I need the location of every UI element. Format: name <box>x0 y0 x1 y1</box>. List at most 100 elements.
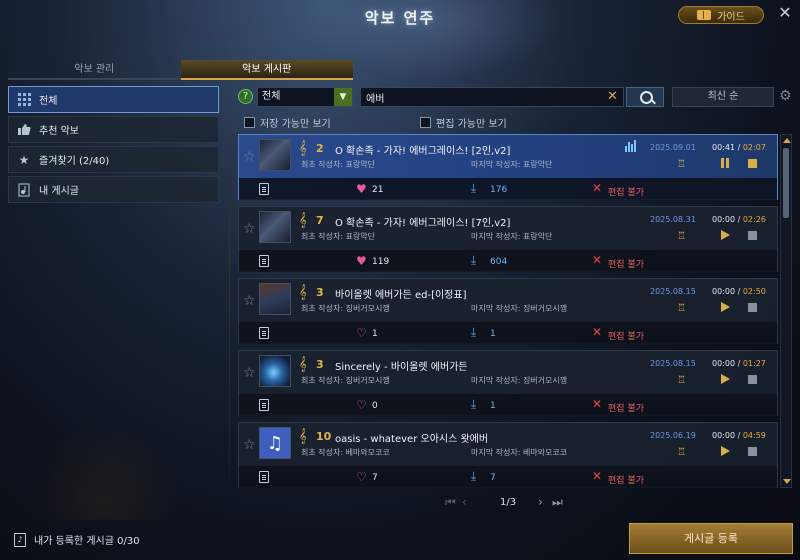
stop-icon[interactable] <box>748 447 757 456</box>
category-select[interactable]: 전체 ▼ <box>257 87 353 107</box>
stop-icon[interactable] <box>748 375 757 384</box>
scrollbar-thumb[interactable] <box>783 148 789 218</box>
details-icon[interactable] <box>259 183 269 195</box>
download-count: 7 <box>490 473 496 483</box>
edit-status: 편집 불가 <box>608 188 644 198</box>
download-count: 1 <box>490 401 496 411</box>
favorite-star-icon[interactable]: ☆ <box>243 293 256 309</box>
download-icon[interactable]: ⤓ <box>471 397 476 412</box>
play-icon[interactable] <box>721 230 730 240</box>
metronome-icon: ♖ <box>677 159 686 170</box>
no-edit-icon: ✕ <box>592 181 603 195</box>
search-button[interactable] <box>626 87 664 107</box>
post-title: Sincerely - 바이올렛 에버가든 <box>335 362 468 373</box>
stop-icon[interactable] <box>748 303 757 312</box>
next-page-icon[interactable]: › <box>538 495 543 509</box>
like-count: 21 <box>372 185 384 195</box>
post-stats-bar <box>239 250 777 272</box>
download-icon[interactable]: ⤓ <box>471 469 476 484</box>
post-date: 2025.06.19 <box>650 431 696 440</box>
play-icon[interactable] <box>721 374 730 384</box>
chevron-down-icon: ▼ <box>334 88 352 106</box>
details-icon[interactable] <box>259 399 269 411</box>
treble-clef-icon: 𝄞 <box>299 285 307 300</box>
download-icon[interactable]: ⤓ <box>471 253 476 268</box>
filter-bar: ? 전체 ▼ ✕ 최신 순 ⚙ <box>238 87 792 107</box>
post-title: O 확손족 - 가자! 에버그레이스! [2인,v2] <box>335 146 511 157</box>
like-heart-icon[interactable]: ♡ <box>356 398 367 412</box>
like-heart-icon[interactable]: ♡ <box>356 470 367 484</box>
like-heart-icon[interactable]: ♥ <box>356 254 367 268</box>
post-card[interactable]: ☆ 𝄞 7 O 확손족 - 가자! 에버그레이스! [7인,v2] 최초 작성자: 표랑… <box>238 206 778 272</box>
elapsed-time: 00:41 <box>712 143 736 152</box>
edit-status: 편집 불가 <box>608 260 644 270</box>
last-page-icon[interactable]: ⏭ <box>552 495 563 510</box>
stop-icon[interactable] <box>748 231 757 240</box>
guide-button[interactable]: 가이드 <box>678 6 764 24</box>
post-last-editor: 마지막 작성자: 징버거모시깽 <box>471 376 568 385</box>
sidebar-item-all[interactable]: 전체 <box>8 86 219 113</box>
tab-sheet-management[interactable]: 악보 관리 <box>8 60 181 80</box>
background-piano-art <box>30 420 180 520</box>
sidebar-item-favorites[interactable]: ★ 즐겨찾기 (2/40) <box>8 146 219 173</box>
clear-search-icon[interactable]: ✕ <box>607 88 618 105</box>
scrollbar[interactable] <box>780 134 792 488</box>
help-icon[interactable]: ? <box>238 89 253 104</box>
play-icon[interactable] <box>721 302 730 312</box>
thumbs-up-icon <box>17 123 31 137</box>
save-only-checkbox[interactable]: 저장 가능만 보기 <box>244 115 331 130</box>
register-post-button[interactable]: 게시글 등록 <box>629 523 793 554</box>
post-creator: 최초 작성자: 징버거모시깽 <box>301 304 390 313</box>
details-icon[interactable] <box>259 471 269 483</box>
my-posts-label: 내가 등록한 게시글 0/30 <box>34 536 140 547</box>
edit-only-checkbox[interactable]: 편집 가능만 보기 <box>420 115 507 130</box>
edit-status: 편집 불가 <box>608 404 644 414</box>
post-title: O 확손족 - 가자! 에버그레이스! [7인,v2] <box>335 218 511 229</box>
post-card[interactable]: ☆ 𝄞 3 바이올렛 에버가든 ed-[이정표] 최초 작성자: 징버거모시깽 마지막 작… <box>238 278 778 344</box>
search-input[interactable] <box>360 87 624 107</box>
play-time: 00:00 / 02:26 <box>712 215 766 224</box>
elapsed-time: 00:00 <box>712 359 736 368</box>
stop-icon[interactable] <box>748 159 757 168</box>
scroll-down-icon[interactable] <box>783 479 791 484</box>
tab-sheet-board[interactable]: 악보 게시판 <box>180 60 353 80</box>
sidebar-item-my-posts[interactable]: 내 게시글 <box>8 176 219 203</box>
post-card[interactable]: ☆ 𝄞 3 Sincerely - 바이올렛 에버가든 최초 작성자: 징버거모시깽 마지… <box>238 350 778 416</box>
download-count: 176 <box>490 185 508 195</box>
sidebar-item-label: 전체 <box>39 96 58 107</box>
first-page-icon[interactable]: ⏮ <box>445 495 456 510</box>
post-thumbnail <box>259 139 291 171</box>
favorite-star-icon[interactable]: ☆ <box>243 365 256 381</box>
favorite-star-icon[interactable]: ☆ <box>243 221 256 237</box>
sidebar-item-recommended[interactable]: 추천 악보 <box>8 116 219 143</box>
like-count: 119 <box>372 257 390 267</box>
prev-page-icon[interactable]: ‹ <box>462 495 467 509</box>
document-icon: ♪ <box>14 532 26 547</box>
download-icon[interactable]: ⤓ <box>471 181 476 196</box>
post-card[interactable]: ☆ ♫ 𝄞 10 oasis - whatever 오아시스 왓에버 최초 작성자: 베마… <box>238 422 778 488</box>
post-last-editor: 마지막 작성자: 표랑악단 <box>471 232 553 241</box>
gear-icon[interactable]: ⚙ <box>779 89 794 104</box>
play-time: 00:41 / 02:07 <box>712 143 766 152</box>
like-heart-icon[interactable]: ♡ <box>356 326 367 340</box>
treble-clef-icon: 𝄞 <box>299 357 307 372</box>
sheet-music-window: 악보 연주 가이드 ✕ 악보 관리 악보 게시판 전체 추천 악보 ★ 즐겨찾기… <box>0 0 800 560</box>
grid-icon <box>17 93 31 107</box>
sort-button[interactable]: 최신 순 <box>672 87 774 107</box>
favorite-star-icon[interactable]: ☆ <box>243 149 256 165</box>
details-icon[interactable] <box>259 327 269 339</box>
scroll-up-icon[interactable] <box>783 138 791 143</box>
pause-icon[interactable] <box>720 158 730 168</box>
like-heart-icon[interactable]: ♥ <box>356 182 367 196</box>
details-icon[interactable] <box>259 255 269 267</box>
close-button[interactable]: ✕ <box>776 4 794 22</box>
play-icon[interactable] <box>721 446 730 456</box>
favorite-star-icon[interactable]: ☆ <box>243 437 256 453</box>
post-card[interactable]: ☆ 𝄞 2 O 확손족 - 가자! 에버그레이스! [2인,v2] 최초 작성자: 표랑… <box>238 134 778 200</box>
book-icon <box>697 10 712 20</box>
post-stats-bar <box>239 178 777 200</box>
download-icon[interactable]: ⤓ <box>471 325 476 340</box>
edit-status: 편집 불가 <box>608 476 644 486</box>
post-level: 3 <box>316 358 324 371</box>
document-icon <box>17 183 31 197</box>
